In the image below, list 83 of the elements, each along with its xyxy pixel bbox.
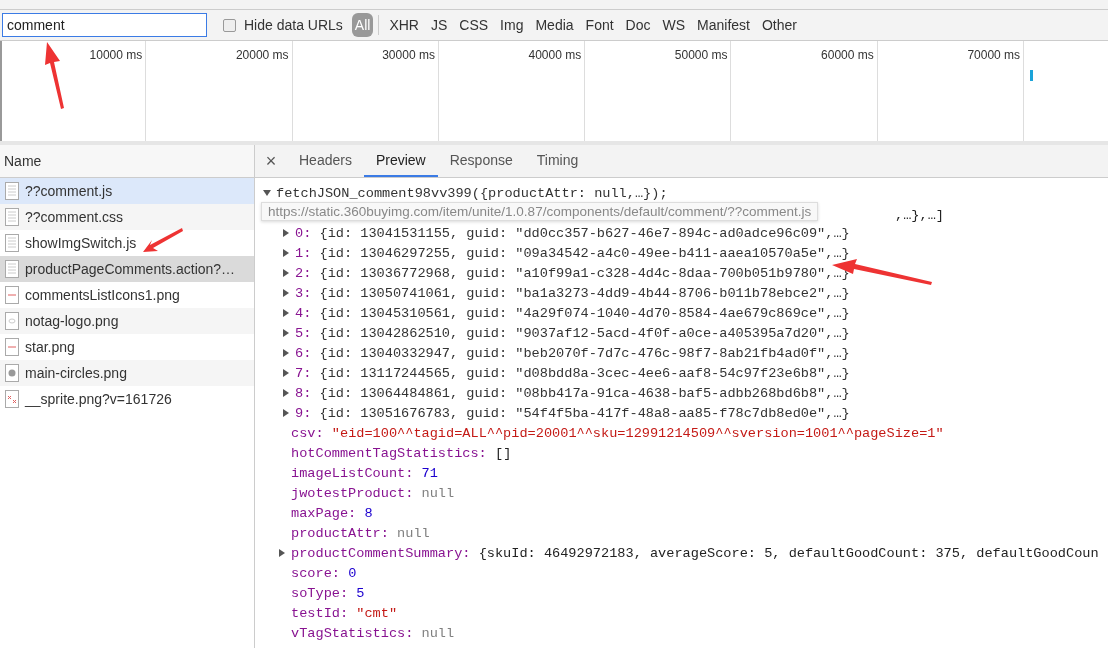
type-filter-button[interactable]: Other [757,14,802,36]
request-row[interactable]: commentsListIcons1.png [0,282,254,308]
file-icon [5,286,19,304]
time-tick-label: 70000 ms [967,48,1021,62]
annotation-arrow [143,228,183,252]
array-item[interactable]: 7: {id: 13117244565, guid: "d08bdd8a-3cec-4ee6-aaf8-54c97f23e6b8",…} [295,365,850,381]
json-property: testId: "cmt" [291,605,398,621]
file-icon [5,182,19,200]
type-filter-button[interactable]: Doc [620,14,656,36]
expand-triangle-icon[interactable] [282,289,290,297]
column-header: Name [4,153,42,169]
expand-triangle-icon[interactable] [282,249,290,257]
type-filter-button[interactable]: Img [495,14,529,36]
time-tick-label: 40000 ms [528,48,582,62]
array-item[interactable]: 1: {id: 13046297255, guid: "09a34542-a4c0-49ee-b411-aaea10570a5e",…} [295,245,850,261]
panel-tab[interactable]: Response [437,145,525,177]
file-icon [5,260,19,278]
json-property: score: 0 [291,565,357,581]
json-property: jwotestProduct: null [291,485,455,501]
file-icon [5,338,19,356]
expand-triangle-icon[interactable] [282,389,290,397]
request-row[interactable]: star.png [0,334,254,360]
json-property: imageListCount: 71 [291,465,438,481]
array-item[interactable]: 2: {id: 13036772968, guid: "a10f99a1-c328-4d4c-8daa-700b051b9780",…} [295,265,850,281]
type-filter-button[interactable]: Font [580,14,619,36]
file-icon [5,312,19,330]
expand-triangle-icon[interactable] [282,309,290,317]
panel-tab[interactable]: Preview [363,145,438,177]
checkbox[interactable] [223,18,236,32]
request-row[interactable]: ??comment.js [0,178,254,204]
request-row[interactable]: showImgSwitch.js [0,230,254,256]
filter-field[interactable]: comment [2,13,207,37]
expand-triangle-icon[interactable] [282,409,290,417]
type-filter-button[interactable]: WS [657,14,691,36]
file-icon [5,390,19,408]
expand-triangle-icon[interactable] [282,229,290,237]
expand-triangle-icon[interactable] [282,329,290,337]
close-icon[interactable]: × [255,145,287,177]
json-property: vTagStatistics: null [291,625,455,641]
request-row[interactable]: productPageComments.action?… [0,256,254,282]
url-tooltip: https://static.360buyimg.com/item/unite/1.0.87/components/default/comment/??comment.js [261,202,819,221]
json-property: hotCommentTagStatistics: [] [291,445,512,461]
array-item[interactable]: 0: {id: 13041531155, guid: "dd0cc357-b627-46e7-894c-ad0adce96c09",…} [295,225,850,241]
file-icon [5,208,19,226]
json-property[interactable]: productCommentSummary: {skuId: 46492972183, averageScore: 5, defaultGoodCount: 375, defaultGoodCoun [291,545,1099,561]
panel-tab[interactable]: Headers [287,145,364,177]
request-row[interactable]: __sprite.png?v=161726 [0,386,254,412]
array-item[interactable]: 3: {id: 13050741061, guid: "ba1a3273-4dd9-4b44-8706-b011b78ebce2",…} [295,285,850,301]
array-item[interactable]: 4: {id: 13045310561, guid: "4a29f074-1040-4d70-8584-4ae679c869ce",…} [295,305,850,321]
time-tick-label: 50000 ms [674,48,728,62]
request-row[interactable]: notag-logo.png [0,308,254,334]
json-property: productAttr: null [291,525,430,541]
waterfall-bar [1030,70,1034,81]
collapse-triangle-icon[interactable] [263,189,271,197]
array-item[interactable]: 9: {id: 13051676783, guid: "54f4f5ba-417f-48a8-aa85-f78c7db8ed0e",…} [295,405,850,421]
array-item[interactable]: 5: {id: 13042862510, guid: "9037af12-5acd-4f0f-a0ce-a405395a7d20",…} [295,325,850,341]
panel-tab[interactable]: Timing [524,145,591,177]
json-property: soType: 5 [291,585,365,601]
json-property: maxPage: 8 [291,505,373,521]
file-icon [5,234,19,252]
time-tick-label: 10000 ms [89,48,143,62]
array-item[interactable]: 8: {id: 13064484861, guid: "08bb417a-91ca-4638-baf5-adbb268bd6b8",…} [295,385,850,401]
expand-triangle-icon[interactable] [282,269,290,277]
expand-triangle-icon[interactable] [282,369,290,377]
time-tick-label: 20000 ms [235,48,289,62]
file-icon [5,364,19,382]
time-tick-label: 30000 ms [382,48,435,62]
type-filter-button[interactable]: JS [425,14,453,36]
request-row[interactable]: ??comment.css [0,204,254,230]
request-row[interactable]: main-circles.png [0,360,254,386]
json-root: fetchJSON_comment98vv399({productAttr: null,…}); [276,185,668,201]
type-filter-button[interactable]: Media [530,14,579,36]
checkbox-label: Hide data URLs [244,17,343,33]
expand-triangle-icon[interactable] [282,349,290,357]
array-item[interactable]: 6: {id: 13040332947, guid: "beb2070f-7d7c-476c-98f7-8ab21fb4ad0f",…} [295,345,850,361]
expand-triangle-icon[interactable] [278,549,286,557]
time-tick-label: 60000 ms [821,48,874,62]
json-text: ,…},…] [895,208,944,223]
type-filter-button[interactable]: CSS [454,14,494,36]
type-filter-button[interactable]: XHR [384,14,424,36]
json-property: csv: "eid=100^^tagid=ALL^^pid=20001^^sku=12991214509^^sversion=1001^^pageSize=1" [291,425,944,441]
annotation-arrow [45,42,64,109]
type-filter-button[interactable]: Manifest [692,14,755,36]
